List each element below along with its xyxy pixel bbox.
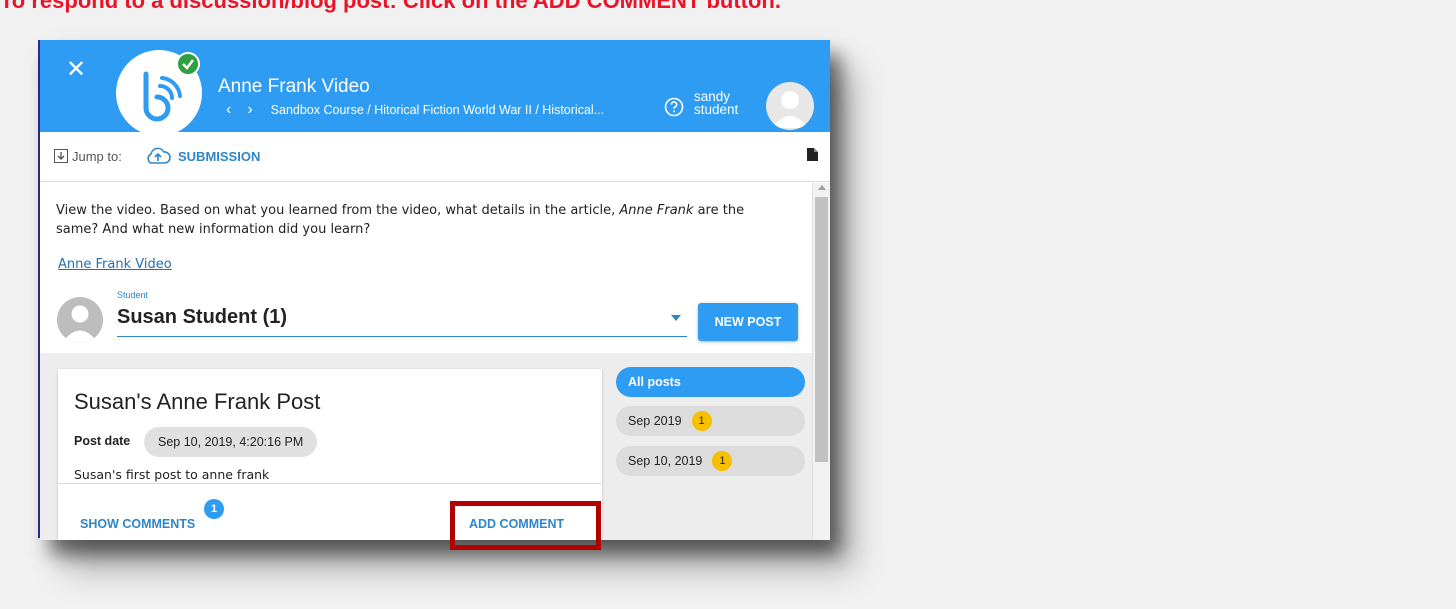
post-divider <box>58 483 602 484</box>
post-date-chip: Sep 10, 2019, 4:20:16 PM <box>144 427 318 457</box>
scroll-thumb[interactable] <box>815 197 828 462</box>
student-select[interactable]: Susan Student (1) <box>117 303 687 337</box>
post-body: Susan's first post to anne frank <box>74 467 270 482</box>
video-link[interactable]: Anne Frank Video <box>58 257 172 272</box>
breadcrumb-path[interactable]: Sandbox Course / Hitorical Fiction World… <box>271 103 604 117</box>
scroll-up-icon[interactable] <box>818 185 826 190</box>
avatar[interactable] <box>766 82 814 130</box>
app-header: ✕ Anne Frank Video ‹ › Sandbox Course / … <box>40 40 830 136</box>
chevron-left-icon[interactable]: ‹ <box>226 102 231 118</box>
show-comments-button[interactable]: SHOW COMMENTS <box>80 517 195 531</box>
user-name[interactable]: sandy student <box>694 90 739 117</box>
prompt-text: View the video. Based on what you learne… <box>56 203 620 218</box>
download-icon <box>54 149 68 168</box>
main-content: View the video. Based on what you learne… <box>40 183 812 540</box>
chevron-right-icon[interactable]: › <box>247 102 252 118</box>
post-title: Susan's Anne Frank Post <box>74 389 321 414</box>
app-window: ✕ Anne Frank Video ‹ › Sandbox Course / … <box>40 40 830 540</box>
filter-label: Sep 2019 <box>628 414 682 428</box>
student-select-caption: Student <box>117 290 149 300</box>
student-avatar <box>57 297 103 343</box>
comment-count-badge: 1 <box>204 499 224 519</box>
jump-bar: Jump to: SUBMISSION <box>40 132 830 182</box>
submission-link[interactable]: SUBMISSION <box>178 149 260 164</box>
chevron-down-icon <box>671 315 681 321</box>
highlight-box <box>450 501 601 550</box>
check-icon <box>176 52 200 76</box>
posts-area: Susan's Anne Frank Post Post date Sep 10… <box>40 353 812 540</box>
student-select-value: Susan Student (1) <box>117 306 288 328</box>
scrollbar[interactable] <box>812 183 830 540</box>
count-badge: 1 <box>691 411 712 431</box>
new-post-button[interactable]: NEW POST <box>698 303 798 341</box>
help-icon[interactable] <box>664 97 684 117</box>
filter-sep-10-2019[interactable]: Sep 10, 2019 1 <box>616 446 805 476</box>
instruction-text: To respond to a discussion/blog post: Cl… <box>0 0 781 13</box>
filter-label: Sep 10, 2019 <box>628 454 703 468</box>
post-date-label: Post date <box>74 434 131 448</box>
filter-label: All posts <box>628 375 681 389</box>
breadcrumb: ‹ › Sandbox Course / Hitorical Fiction W… <box>226 102 604 118</box>
document-icon[interactable] <box>807 148 818 166</box>
user-last-name: student <box>694 102 739 117</box>
close-icon[interactable]: ✕ <box>66 58 86 82</box>
cloud-upload-icon[interactable] <box>144 146 172 171</box>
filter-all-posts[interactable]: All posts <box>616 367 805 397</box>
count-badge: 1 <box>712 451 733 471</box>
jump-to-label: Jump to: <box>72 149 122 164</box>
prompt-italic: Anne Frank <box>619 203 694 218</box>
page-title: Anne Frank Video <box>218 76 370 97</box>
assignment-prompt: View the video. Based on what you learne… <box>56 201 776 239</box>
filter-sep-2019[interactable]: Sep 2019 1 <box>616 406 805 436</box>
